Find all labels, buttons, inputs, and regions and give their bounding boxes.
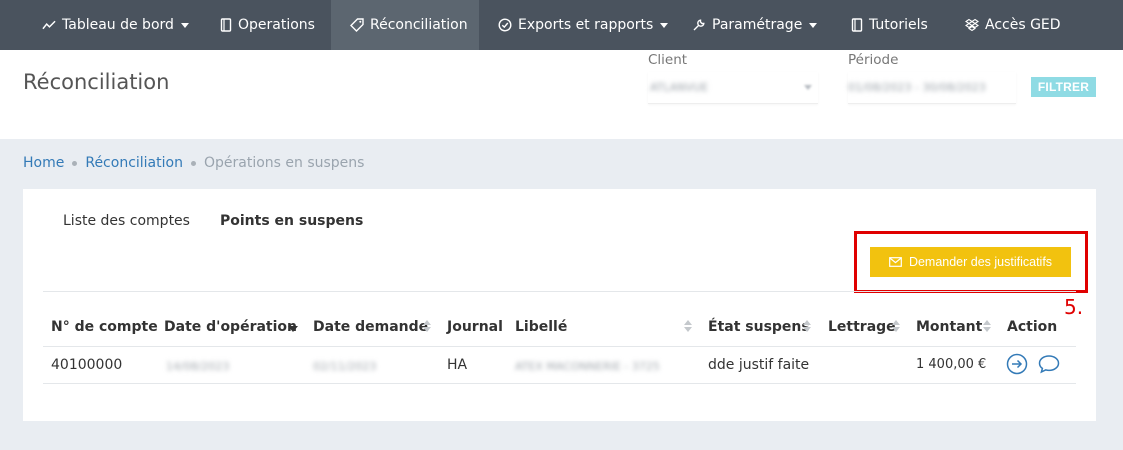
chevron-down-icon xyxy=(180,22,189,28)
chevron-down-icon xyxy=(660,22,669,28)
book-icon xyxy=(220,18,232,32)
comment-icon[interactable] xyxy=(1037,353,1061,375)
divider xyxy=(43,291,1076,292)
cell-montant: 1 400,00 € xyxy=(916,357,987,372)
step-number: 5. xyxy=(1064,295,1084,319)
cell-etat: dde justif faite xyxy=(708,357,810,373)
nav-item-acces-ged[interactable]: Accès GED xyxy=(945,0,1085,50)
sort-desc-icon[interactable] xyxy=(288,326,298,332)
dropbox-icon xyxy=(965,18,979,32)
breadcrumb-current: Opérations en suspens xyxy=(203,155,365,171)
breadcrumb-separator xyxy=(190,160,196,166)
column-header-libelle[interactable]: Libellé xyxy=(515,319,567,335)
tab-points-en-suspens[interactable]: Points en suspens xyxy=(220,213,363,229)
nav-label: Réconciliation xyxy=(370,17,468,33)
nav-item-tableau-de-bord[interactable]: Tableau de bord xyxy=(0,0,200,50)
chevron-down-icon xyxy=(804,85,812,90)
column-header-journal[interactable]: Journal xyxy=(447,319,503,335)
nav-item-reconciliation[interactable]: Réconciliation xyxy=(331,0,479,50)
column-header-etat[interactable]: État suspens xyxy=(708,319,810,335)
nav-item-exports[interactable]: Exports et rapports xyxy=(479,0,675,50)
breadcrumb-separator xyxy=(72,160,78,166)
column-header-action: Action xyxy=(1007,319,1058,335)
row-divider xyxy=(43,383,1076,384)
cell-journal: HA xyxy=(447,357,468,373)
cell-date-operation: 14/08/2023 xyxy=(166,360,230,373)
filter-button[interactable]: FILTRER xyxy=(1031,77,1096,97)
chart-line-icon xyxy=(42,18,56,32)
tab-liste-des-comptes[interactable]: Liste des comptes xyxy=(63,213,190,229)
main-card: Liste des comptes Points en suspens Dema… xyxy=(23,189,1096,421)
nav-label: Paramétrage xyxy=(712,17,803,33)
column-header-lettrage[interactable]: Lettrage xyxy=(828,319,896,335)
book-icon xyxy=(851,18,863,32)
column-header-montant[interactable]: Montant xyxy=(916,319,982,335)
nav-item-parametrage[interactable]: Paramétrage xyxy=(675,0,830,50)
breadcrumb-reconciliation[interactable]: Réconciliation xyxy=(85,155,183,171)
sort-icon[interactable] xyxy=(983,320,991,332)
client-value: ATLANVUE xyxy=(650,81,709,94)
sort-icon[interactable] xyxy=(423,320,431,332)
sort-icon[interactable] xyxy=(684,320,692,332)
periode-value: 01/08/2023 - 30/08/2023 xyxy=(848,81,986,94)
column-header-date-operation[interactable]: Date d'opération xyxy=(164,319,297,335)
sort-icon[interactable] xyxy=(803,320,811,332)
column-header-date-demande[interactable]: Date demande xyxy=(313,319,428,335)
periode-input[interactable]: 01/08/2023 - 30/08/2023 xyxy=(848,72,1016,104)
cell-compte: 40100000 xyxy=(51,357,123,373)
page-header: Réconciliation Client ATLANVUE Période 0… xyxy=(0,50,1123,139)
nav-item-tutoriels[interactable]: Tutoriels xyxy=(830,0,945,50)
arrow-circle-right-icon[interactable] xyxy=(1006,353,1028,375)
tag-icon xyxy=(350,18,364,32)
page-title: Réconciliation xyxy=(23,70,170,94)
check-circle-icon xyxy=(498,18,512,32)
client-select[interactable]: ATLANVUE xyxy=(648,72,818,104)
cell-libelle: ATEX MACONNERIE - 3725 xyxy=(515,360,660,373)
nav-item-operations[interactable]: Operations xyxy=(200,0,331,50)
chevron-down-icon xyxy=(809,22,818,28)
column-header-compte[interactable]: N° de compte xyxy=(51,319,158,335)
nav-label: Accès GED xyxy=(985,17,1061,33)
breadcrumb-home[interactable]: Home xyxy=(23,155,64,171)
sort-icon[interactable] xyxy=(892,320,900,332)
nav-label: Operations xyxy=(238,17,315,33)
wrench-icon xyxy=(692,18,706,32)
cell-date-demande: 02/11/2023 xyxy=(313,360,377,373)
periode-label: Période xyxy=(848,52,899,68)
client-label: Client xyxy=(648,52,688,68)
nav-label: Tutoriels xyxy=(869,17,928,33)
nav-label: Tableau de bord xyxy=(62,17,174,33)
breadcrumb: Home Réconciliation Opérations en suspen… xyxy=(23,155,364,171)
top-navigation: Tableau de bord Operations Réconciliatio… xyxy=(0,0,1123,50)
highlight-box xyxy=(854,231,1088,293)
row-divider xyxy=(43,346,1076,347)
nav-label: Exports et rapports xyxy=(518,17,654,33)
